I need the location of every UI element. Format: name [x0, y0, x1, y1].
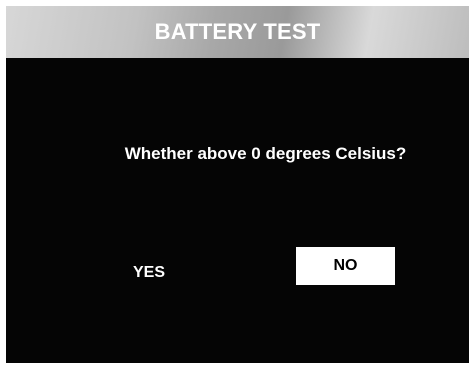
title-bar: BATTERY TEST: [6, 6, 469, 58]
yes-button[interactable]: YES: [111, 255, 187, 291]
question-text: Whether above 0 degrees Celsius?: [124, 144, 407, 163]
no-button[interactable]: NO: [296, 247, 395, 285]
screen-title: BATTERY TEST: [154, 19, 321, 44]
battery-test-screen: BATTERY TEST Whether above 0 degrees Cel…: [6, 6, 469, 363]
